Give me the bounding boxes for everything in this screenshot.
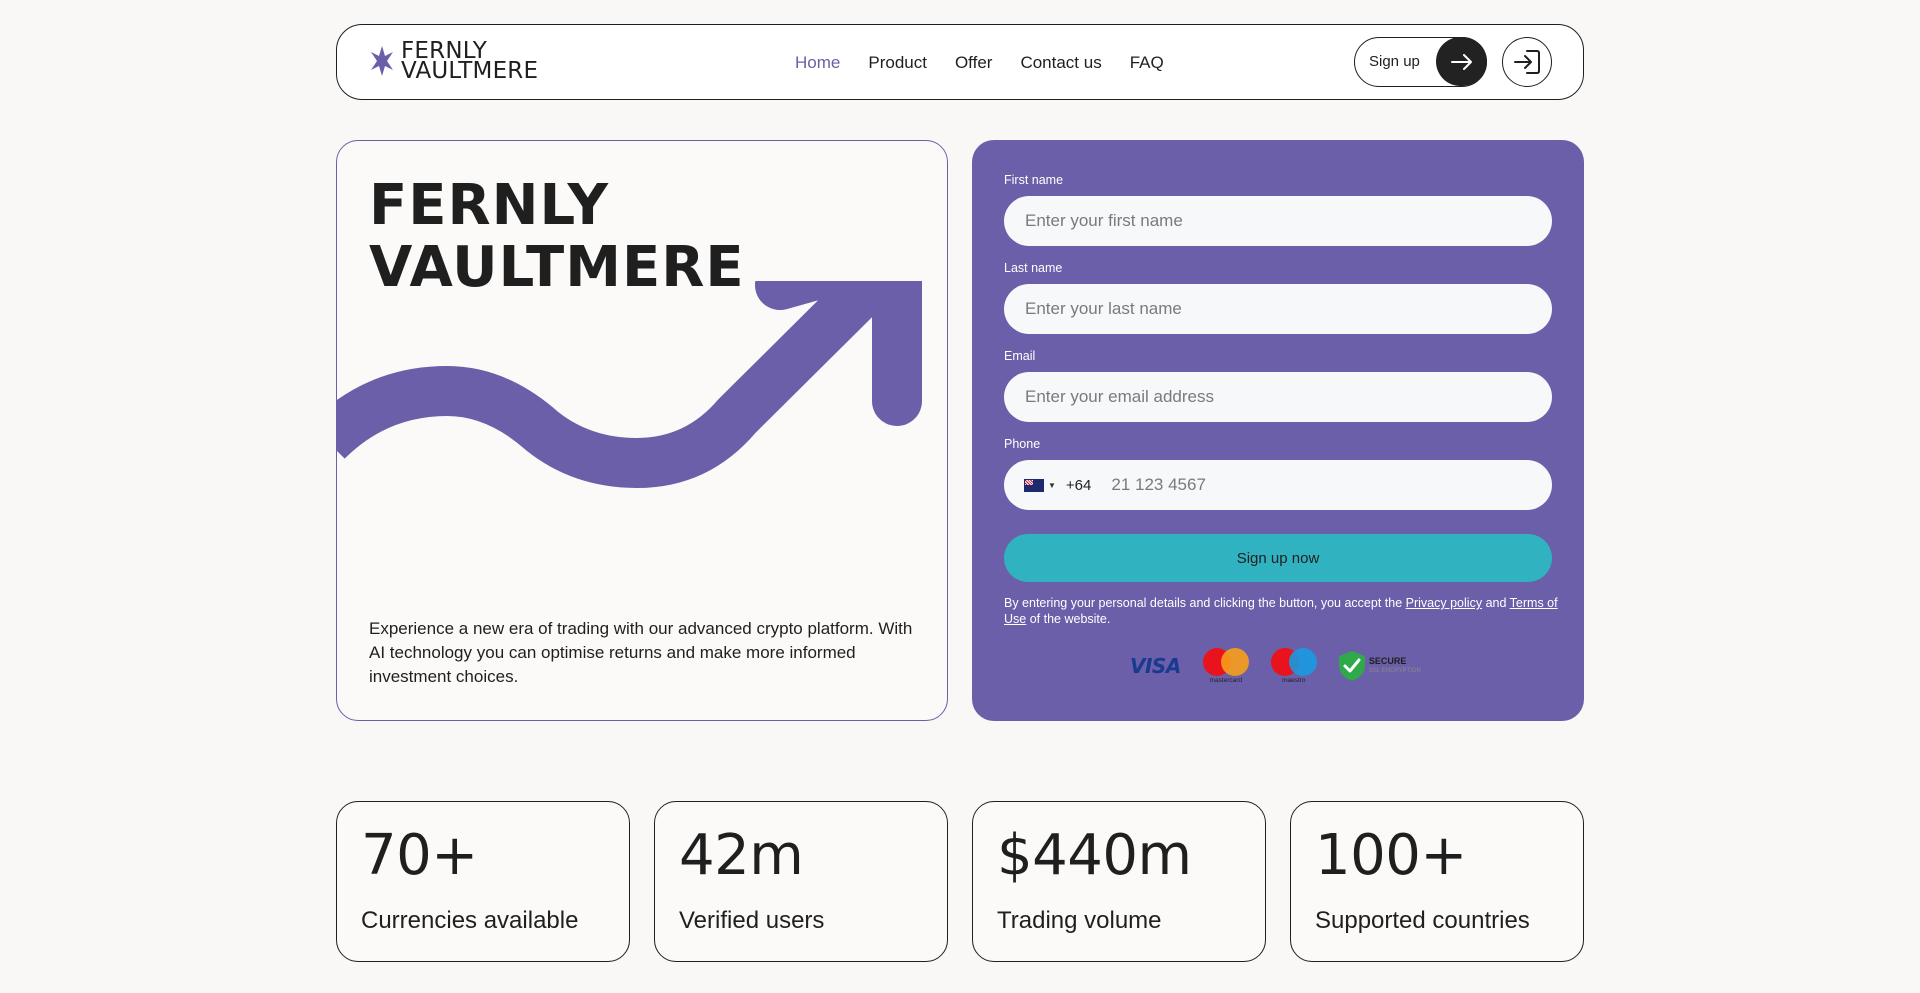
first-name-input[interactable] xyxy=(1004,196,1552,246)
email-label: Email xyxy=(1004,349,1036,363)
signup-now-button[interactable]: Sign up now xyxy=(1004,534,1552,582)
nav-home-link[interactable]: Home xyxy=(795,53,840,73)
stat-card-users: 42m Verified users xyxy=(654,801,948,962)
signup-form-card: First name Last name Email Phone ▼ +64 S… xyxy=(972,140,1584,721)
signup-button-label: Sign up xyxy=(1369,53,1420,70)
hero-description: Experience a new era of trading with our… xyxy=(369,619,913,686)
mastercard-logo: mastercard xyxy=(1202,648,1249,684)
growth-arrow-graphic xyxy=(337,281,922,488)
chevron-down-icon[interactable]: ▼ xyxy=(1048,481,1056,490)
first-name-label: First name xyxy=(1004,173,1064,187)
country-code[interactable]: +64 xyxy=(1066,477,1091,494)
stat-label: Trading volume xyxy=(997,907,1162,934)
last-name-label: Last name xyxy=(1004,261,1063,275)
secure-subtitle: SSL ENCRYPTION xyxy=(1368,668,1421,674)
stat-card-currencies: 70+ Currencies available xyxy=(336,801,630,962)
brand-name: FERNLY VAULTMERE xyxy=(401,38,539,84)
nav-product-link[interactable]: Product xyxy=(868,53,927,73)
terms-notice: By entering your personal details and cl… xyxy=(1004,596,1558,626)
visa-logo: VISA xyxy=(1130,654,1181,678)
signup-button[interactable]: Sign up xyxy=(1354,37,1487,87)
phone-label: Phone xyxy=(1004,437,1041,451)
stat-value: 42m xyxy=(679,823,804,888)
stat-card-countries: 100+ Supported countries xyxy=(1290,801,1584,962)
payment-badges: VISA mastercard maestro SECURE SSL ENCRY… xyxy=(1130,648,1421,684)
stat-value: 70+ xyxy=(361,823,478,888)
brand-logo[interactable]: FERNLY VAULTMERE xyxy=(369,38,539,84)
email-input[interactable] xyxy=(1004,372,1552,422)
nav-contact-link[interactable]: Contact us xyxy=(1020,53,1101,73)
stat-label: Currencies available xyxy=(361,907,579,934)
nav-faq-link[interactable]: FAQ xyxy=(1130,53,1164,73)
secure-title: SECURE xyxy=(1368,656,1407,666)
last-name-input[interactable] xyxy=(1004,284,1552,334)
login-button[interactable] xyxy=(1502,37,1552,87)
login-icon xyxy=(1514,50,1540,74)
privacy-policy-link[interactable]: Privacy policy xyxy=(1406,596,1482,610)
star-logo-icon xyxy=(371,46,393,76)
stat-card-volume: $440m Trading volume xyxy=(972,801,1266,962)
stat-value: $440m xyxy=(997,823,1192,888)
shield-check-icon xyxy=(1338,651,1365,681)
main-nav: Home Product Offer Contact us FAQ xyxy=(795,25,1192,101)
phone-input[interactable] xyxy=(1111,475,1472,495)
ssl-secure-badge: SECURE SSL ENCRYPTION xyxy=(1337,650,1421,682)
top-navbar: FERNLY VAULTMERE Home Product Offer Cont… xyxy=(336,24,1584,100)
stat-label: Supported countries xyxy=(1315,907,1530,934)
nav-offer-link[interactable]: Offer xyxy=(955,53,992,73)
maestro-logo: maestro xyxy=(1270,648,1317,684)
nz-flag-icon[interactable] xyxy=(1024,478,1044,492)
arrow-right-icon xyxy=(1436,37,1487,86)
stat-label: Verified users xyxy=(679,907,825,934)
hero-card: FERNLY VAULTMERE Experience a new era of… xyxy=(336,140,948,721)
phone-field: ▼ +64 xyxy=(1004,460,1552,510)
stat-value: 100+ xyxy=(1315,823,1467,888)
